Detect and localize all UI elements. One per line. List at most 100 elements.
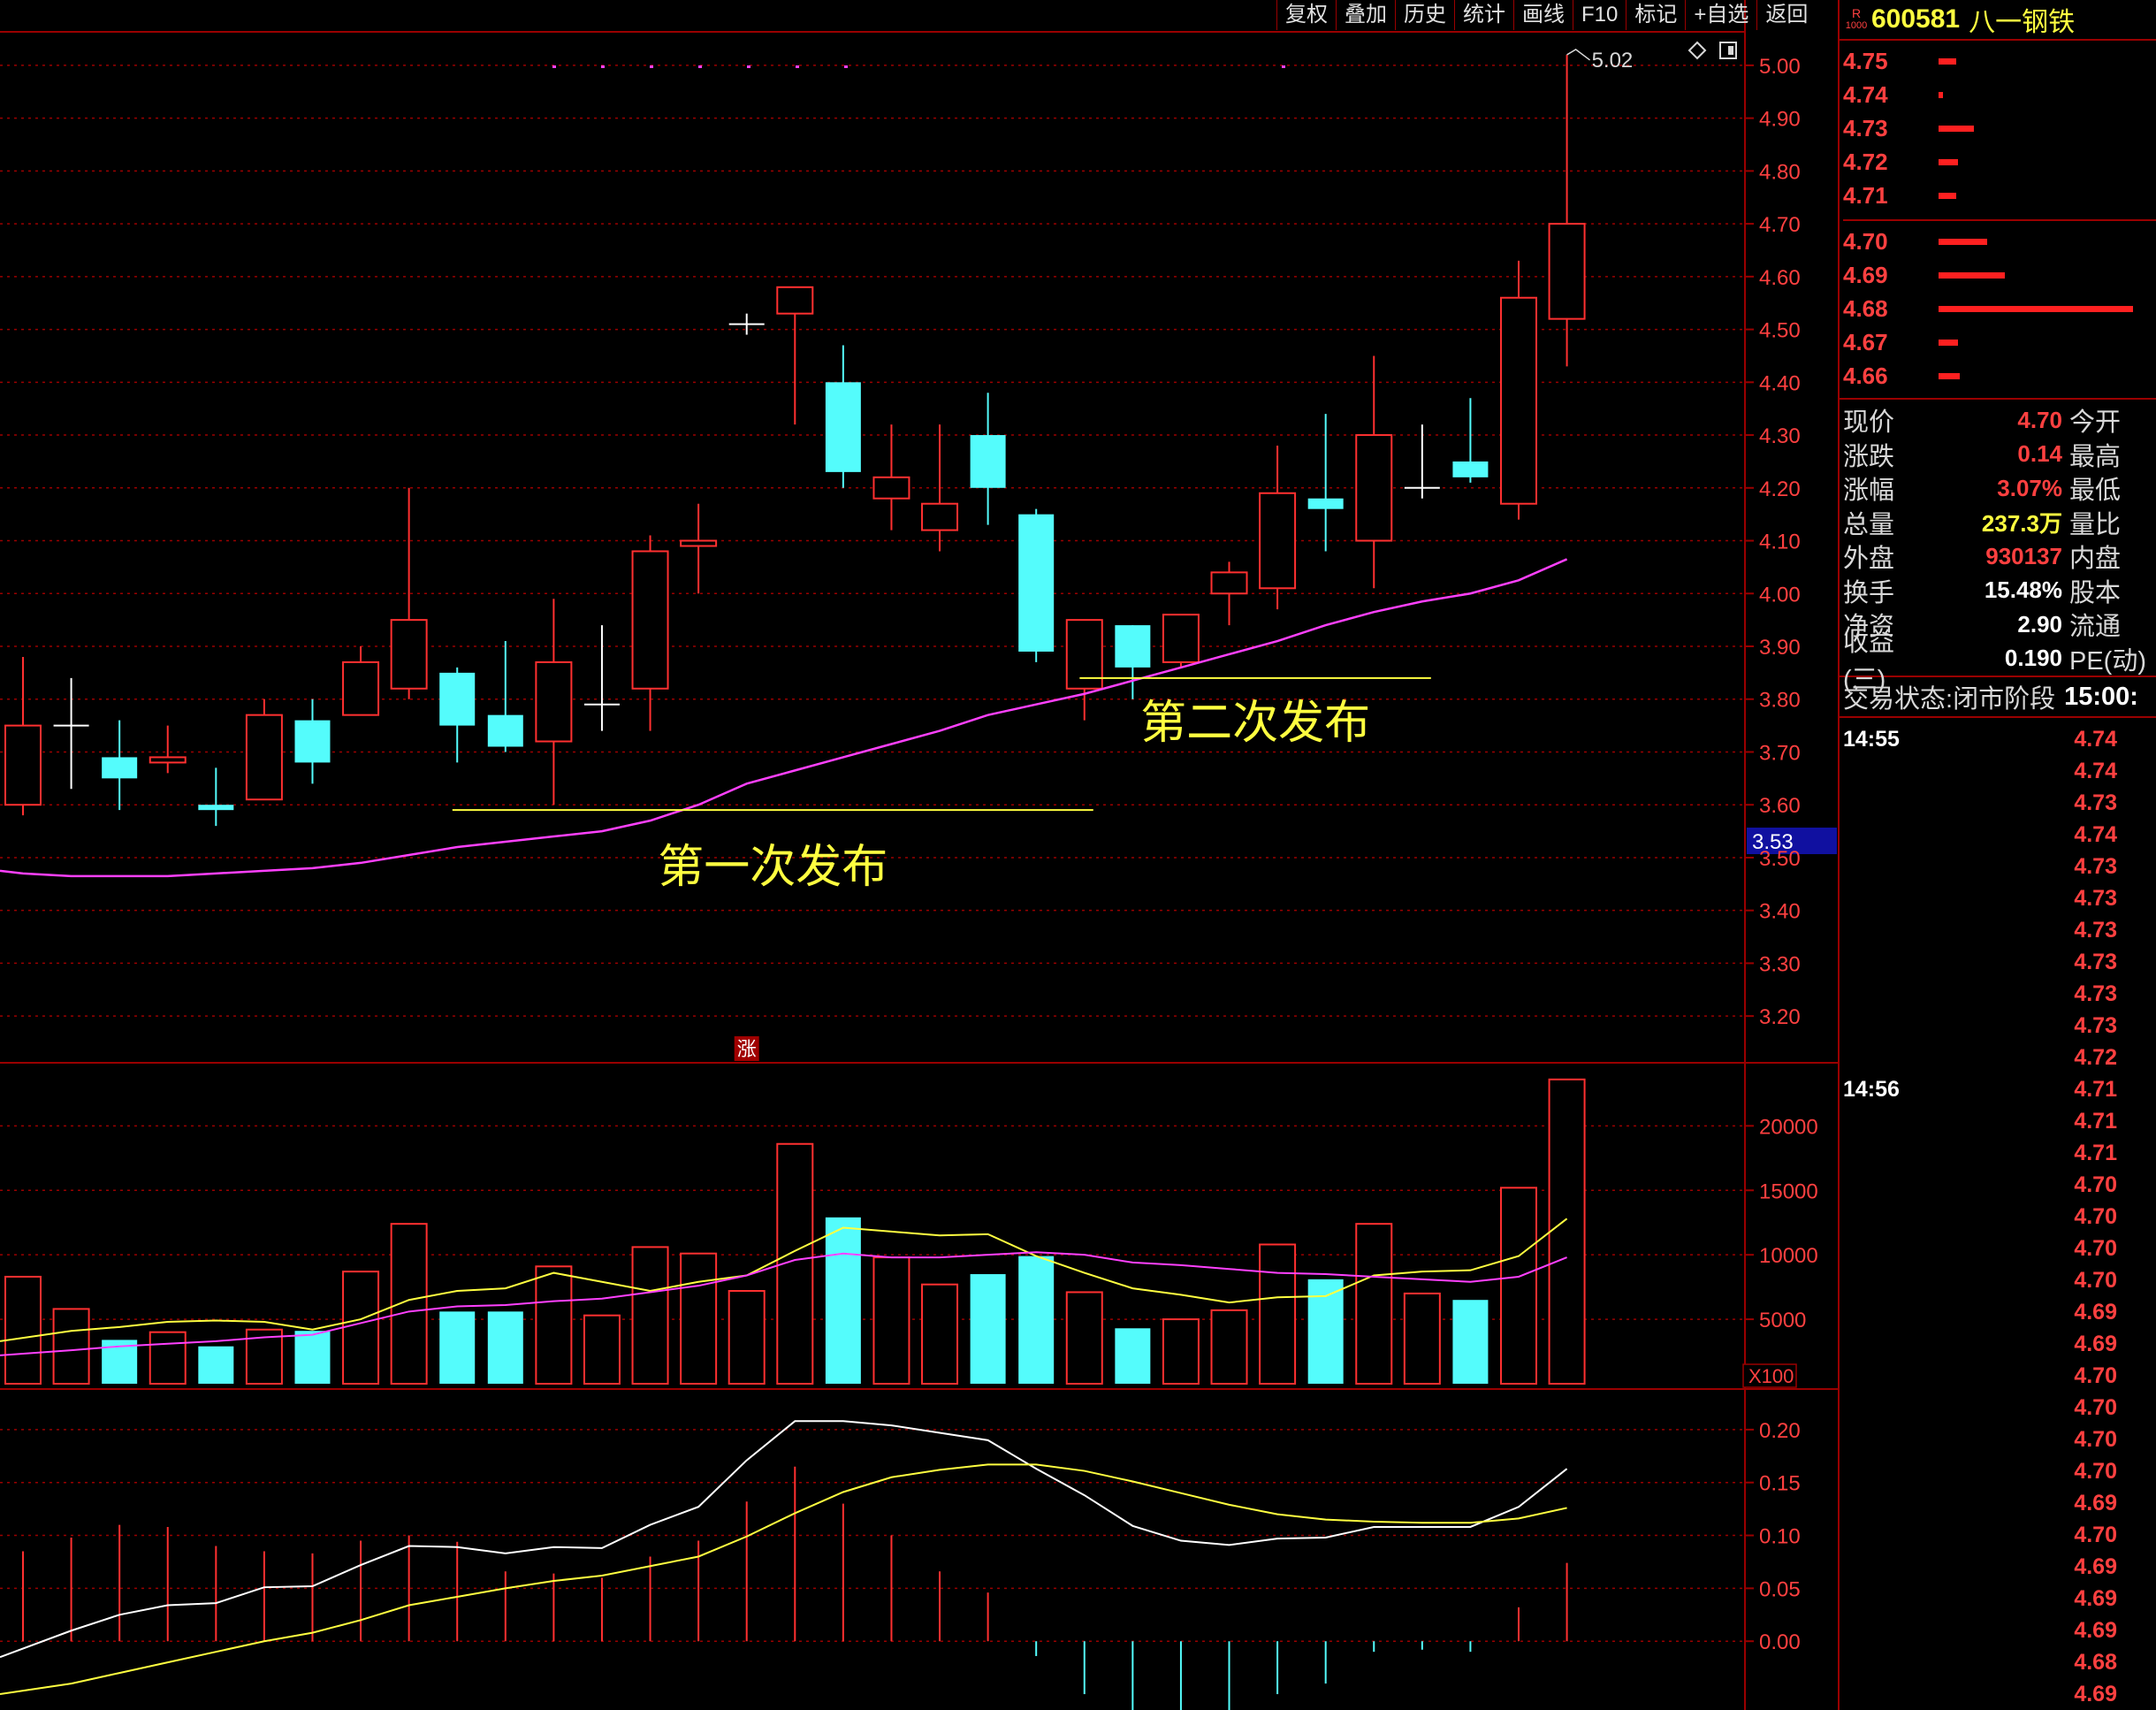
tick-price: 4.73 bbox=[2074, 790, 2117, 815]
candle-body-up bbox=[4, 724, 42, 806]
toolbar-button-5[interactable]: F10 bbox=[1573, 0, 1626, 30]
bid-level[interactable]: 4.69 bbox=[1843, 258, 2156, 292]
volume-bar-up bbox=[1403, 1292, 1441, 1385]
bid-level[interactable]: 4.70 bbox=[1843, 225, 2156, 258]
y-tick-label: 4.90 bbox=[1759, 108, 1801, 132]
candle bbox=[872, 424, 910, 531]
candle-body-up bbox=[342, 660, 380, 716]
bid-level[interactable]: 4.68 bbox=[1843, 292, 2156, 325]
y-tick-label: 4.30 bbox=[1759, 424, 1801, 448]
tick-price: 4.69 bbox=[2074, 1681, 2117, 1706]
order-book-divider bbox=[1843, 219, 2156, 221]
tick-price: 4.74 bbox=[2074, 821, 2117, 847]
candle-body-up bbox=[1548, 223, 1586, 320]
tick-price: 4.70 bbox=[2074, 1458, 2117, 1484]
candle-body-down bbox=[487, 714, 523, 747]
ask-level[interactable]: 4.74 bbox=[1843, 78, 2156, 111]
ask-price: 4.75 bbox=[1843, 47, 1888, 74]
y-tick-label: 5.00 bbox=[1759, 55, 1801, 79]
y-tick-label: 15000 bbox=[1759, 1179, 1818, 1203]
stock-name: 八一钢铁 bbox=[1969, 8, 2076, 37]
candle-body-down bbox=[1307, 498, 1344, 509]
toolbar-button-6[interactable]: 标记 bbox=[1626, 0, 1685, 30]
toolbar-button-1[interactable]: 叠加 bbox=[1336, 0, 1395, 30]
toolbar-button-2[interactable]: 历史 bbox=[1395, 0, 1454, 30]
tick-row: 4.70 bbox=[1840, 1455, 2156, 1487]
bid-price: 4.66 bbox=[1843, 362, 1888, 389]
quote-table: 现价 4.70 今开 涨跌 0.14 最高 涨幅 3.07% 最低 总量 237.3万 量比 外盘 930… bbox=[1840, 398, 2156, 694]
annotation-label: 第一次发布 bbox=[658, 841, 888, 894]
toolbar-button-4[interactable]: 画线 bbox=[1513, 0, 1573, 30]
candle bbox=[1452, 398, 1489, 483]
tick-row: 4.69 bbox=[1840, 1328, 2156, 1360]
candle bbox=[53, 677, 89, 790]
candle-body-up bbox=[631, 550, 669, 690]
tick-row: 4.70 bbox=[1840, 1201, 2156, 1233]
candle bbox=[439, 667, 476, 763]
candle bbox=[728, 313, 765, 335]
candle-body-up bbox=[872, 476, 910, 500]
toolbar-button-8[interactable]: 返回 bbox=[1756, 0, 1816, 30]
y-tick-label: 3.30 bbox=[1759, 952, 1801, 976]
quote-label-secondary: PE(动) bbox=[2069, 646, 2147, 676]
ask-level[interactable]: 4.71 bbox=[1843, 179, 2156, 212]
volume-bar-up bbox=[1210, 1309, 1248, 1385]
candle bbox=[294, 699, 331, 784]
candle bbox=[1210, 561, 1248, 626]
candle bbox=[1259, 446, 1297, 610]
y-tick-label: 3.40 bbox=[1759, 900, 1801, 924]
order-book: 4.75 4.74 4.73 4.72 4.71 4.70 4.69 4.68 4.67 4.6… bbox=[1840, 41, 2156, 393]
y-tick-label: 0.10 bbox=[1759, 1525, 1801, 1549]
candle bbox=[198, 767, 234, 827]
kline-chart[interactable]: 第一次发布第二次发布5.023.53涨X100 5.004.904.804.70… bbox=[0, 0, 1838, 1710]
tick-row: 14:56 4.71 bbox=[1840, 1073, 2156, 1105]
y-tick-label: 3.20 bbox=[1759, 1005, 1801, 1029]
bid-level[interactable]: 4.67 bbox=[1843, 325, 2156, 359]
y-tick-label: 3.60 bbox=[1759, 794, 1801, 818]
tick-price: 4.70 bbox=[2074, 1172, 2117, 1197]
volume-bar-up bbox=[1355, 1223, 1393, 1385]
ask-level[interactable]: 4.72 bbox=[1843, 145, 2156, 179]
quote-row: 涨幅 3.07% 最低 bbox=[1840, 471, 2156, 506]
stock-header: R 1000 600581 八一钢铁 bbox=[1840, 0, 2156, 41]
ask-level[interactable]: 4.75 bbox=[1843, 44, 2156, 78]
ask-volume-bar bbox=[1939, 58, 1956, 65]
tick-row: 4.71 bbox=[1840, 1137, 2156, 1169]
toolbar-button-3[interactable]: 统计 bbox=[1454, 0, 1513, 30]
quote-value: 4.70 bbox=[2017, 406, 2062, 433]
high-price-label: 5.02 bbox=[1592, 49, 1634, 73]
tick-price: 4.71 bbox=[2074, 1076, 2117, 1102]
candle-body-down bbox=[970, 435, 1006, 488]
tick-row: 4.73 bbox=[1840, 851, 2156, 882]
tick-row: 4.69 bbox=[1840, 1551, 2156, 1583]
ask-price: 4.74 bbox=[1843, 80, 1888, 108]
volume-bar-up bbox=[1499, 1187, 1537, 1386]
volume-bar-down bbox=[1018, 1256, 1055, 1384]
tick-price: 4.73 bbox=[2074, 853, 2117, 879]
volume-bar-up bbox=[342, 1271, 380, 1385]
tick-price: 4.71 bbox=[2074, 1140, 2117, 1165]
quote-panel: R 1000 600581 八一钢铁 4.75 4.74 4.73 4.72 4.71 4… bbox=[1838, 0, 2156, 1710]
signal-dot bbox=[747, 65, 750, 68]
candle bbox=[1499, 260, 1537, 520]
candle bbox=[680, 503, 718, 594]
y-tick-label: 3.90 bbox=[1759, 636, 1801, 660]
ask-volume-bar bbox=[1939, 126, 1974, 132]
annotation-label: 第二次发布 bbox=[1140, 697, 1370, 750]
tick-row: 4.74 bbox=[1840, 819, 2156, 851]
ask-level[interactable]: 4.73 bbox=[1843, 111, 2156, 145]
volume-bar-up bbox=[583, 1314, 621, 1386]
bid-level[interactable]: 4.66 bbox=[1843, 359, 2156, 393]
tick-row: 4.70 bbox=[1840, 1424, 2156, 1455]
quote-row: 换手 15.48% 股本 bbox=[1840, 574, 2156, 608]
tick-price: 4.74 bbox=[2074, 726, 2117, 752]
tick-row: 4.68 bbox=[1840, 1646, 2156, 1678]
y-tick-label: 0.20 bbox=[1759, 1419, 1801, 1443]
toolbar-button-7[interactable]: +自选 bbox=[1685, 0, 1756, 30]
toolbar-button-0[interactable]: 复权 bbox=[1276, 0, 1336, 30]
tick-row: 4.70 bbox=[1840, 1264, 2156, 1296]
candle-body-up bbox=[1162, 614, 1200, 663]
bid-volume-bar bbox=[1939, 340, 1958, 346]
tick-list[interactable]: 14:55 4.74 4.74 4.73 4.74 4.73 4.73 4.73 4.73 4.7… bbox=[1840, 718, 2156, 1710]
rise-marker-label: 涨 bbox=[737, 1039, 757, 1061]
